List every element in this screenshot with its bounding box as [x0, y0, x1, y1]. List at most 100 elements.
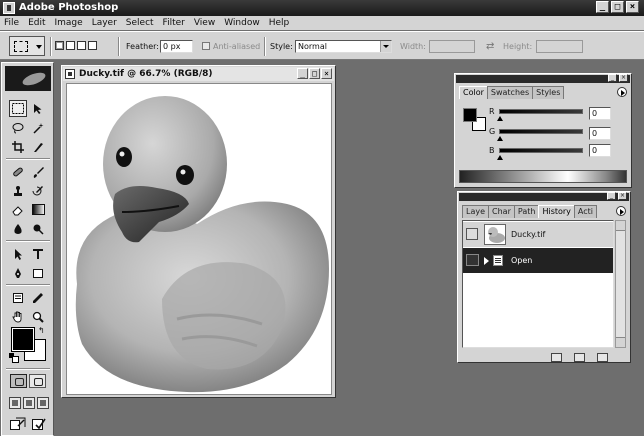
menu-window[interactable]: Window — [224, 18, 260, 28]
menu-edit[interactable]: Edit — [28, 18, 45, 28]
clone-stamp-tool-icon[interactable] — [9, 182, 27, 199]
tab-color[interactable]: Color — [459, 86, 488, 99]
foreground-color-swatch[interactable] — [11, 327, 35, 352]
scroll-up-arrow-icon[interactable] — [616, 221, 625, 231]
notes-tool-icon[interactable] — [9, 289, 27, 306]
green-channel-slider[interactable] — [499, 129, 583, 134]
tab-channels[interactable]: Char — [488, 205, 515, 218]
lasso-tool-icon[interactable] — [9, 119, 27, 136]
document-close-button[interactable]: × — [321, 68, 332, 79]
full-screen-menu-mode-button[interactable] — [23, 397, 35, 409]
menu-image[interactable]: Image — [55, 18, 83, 28]
maximize-button[interactable]: □ — [611, 1, 624, 13]
tab-layers[interactable]: Laye — [462, 205, 490, 218]
red-slider-thumb[interactable] — [497, 116, 503, 121]
green-slider-thumb[interactable] — [497, 136, 503, 141]
move-tool-icon[interactable] — [29, 100, 47, 117]
palette-close-button[interactable]: × — [618, 192, 627, 200]
blue-channel-slider[interactable] — [499, 148, 583, 153]
history-snapshot[interactable]: Ducky.tif — [463, 222, 613, 247]
blue-value-input[interactable]: 0 — [589, 144, 611, 157]
edit-in-imageready-icon[interactable] — [30, 415, 48, 432]
document-title-bar[interactable]: Ducky.tif @ 66.7% (RGB/8) _ □ × — [63, 67, 334, 81]
history-palette-grip[interactable] — [459, 193, 629, 201]
red-channel-slider[interactable] — [499, 109, 583, 114]
tab-swatches[interactable]: Swatches — [486, 86, 534, 99]
shape-tool-icon[interactable] — [29, 264, 47, 281]
healing-brush-tool-icon[interactable] — [9, 163, 27, 180]
document-minimize-button[interactable]: _ — [297, 68, 308, 79]
menu-view[interactable]: View — [194, 18, 215, 28]
color-ramp[interactable] — [459, 170, 627, 183]
crop-tool-icon[interactable] — [9, 138, 27, 155]
menu-help[interactable]: Help — [269, 18, 290, 28]
type-tool-icon[interactable] — [29, 245, 47, 262]
tab-history[interactable]: History — [538, 205, 575, 218]
brush-tool-icon[interactable] — [29, 163, 47, 180]
intersect-selection-button[interactable] — [88, 41, 97, 50]
document-canvas[interactable] — [66, 83, 332, 395]
tool-preset-picker[interactable] — [9, 36, 45, 56]
quick-mask-mode-button[interactable] — [29, 374, 46, 388]
style-select[interactable]: Normal — [295, 40, 392, 53]
menu-select[interactable]: Select — [126, 18, 154, 28]
minimize-button[interactable]: _ — [596, 1, 609, 13]
subtract-from-selection-button[interactable] — [77, 41, 86, 50]
blue-slider-thumb[interactable] — [497, 155, 503, 160]
swap-width-height-icon[interactable]: ⇄ — [486, 41, 494, 52]
new-selection-button[interactable] — [55, 41, 64, 50]
menu-file[interactable]: File — [4, 18, 19, 28]
history-brush-source-icon[interactable] — [466, 228, 478, 240]
add-to-selection-button[interactable] — [66, 41, 75, 50]
document-maximize-button[interactable]: □ — [309, 68, 320, 79]
scroll-down-arrow-icon[interactable] — [616, 337, 625, 347]
width-input[interactable] — [429, 40, 475, 53]
tab-styles[interactable]: Styles — [532, 86, 565, 99]
palette-foreground-swatch[interactable] — [463, 108, 477, 122]
gradient-tool-icon[interactable] — [29, 201, 47, 218]
history-source-icon[interactable] — [466, 254, 479, 266]
palette-menu-icon[interactable] — [617, 87, 627, 97]
toolbox-header[interactable] — [5, 66, 51, 91]
magic-wand-tool-icon[interactable] — [29, 119, 47, 136]
hand-tool-icon[interactable] — [9, 308, 27, 325]
palette-close-button[interactable]: × — [619, 74, 628, 82]
zoom-tool-icon[interactable] — [29, 308, 47, 325]
tab-actions[interactable]: Acti — [573, 205, 598, 218]
eyedropper-tool-icon[interactable] — [29, 289, 47, 306]
standard-mode-button[interactable] — [10, 374, 27, 388]
tab-paths[interactable]: Path — [513, 205, 540, 218]
create-snapshot-icon[interactable] — [574, 353, 585, 362]
new-document-from-state-icon[interactable] — [551, 353, 562, 362]
palette-minimize-button[interactable]: _ — [608, 74, 617, 82]
standard-screen-mode-button[interactable] — [9, 397, 21, 409]
red-value-input[interactable]: 0 — [589, 107, 611, 120]
color-palette-grip[interactable] — [456, 75, 630, 83]
delete-state-icon[interactable] — [597, 353, 608, 362]
dodge-tool-icon[interactable] — [29, 220, 47, 237]
options-separator — [118, 37, 120, 56]
slice-tool-icon[interactable] — [29, 138, 47, 155]
history-brush-tool-icon[interactable] — [29, 182, 47, 199]
close-button[interactable]: × — [626, 1, 639, 13]
path-selection-tool-icon[interactable] — [9, 245, 27, 262]
palette-menu-icon[interactable] — [616, 206, 626, 216]
palette-minimize-button[interactable]: _ — [607, 192, 616, 200]
photoshop-app-icon[interactable] — [3, 2, 15, 14]
swap-colors-icon[interactable]: ↰ — [38, 326, 45, 335]
menu-filter[interactable]: Filter — [163, 18, 185, 28]
full-screen-mode-button[interactable] — [37, 397, 49, 409]
anti-aliased-checkbox[interactable] — [202, 42, 210, 50]
marquee-tool-icon[interactable] — [9, 100, 27, 117]
blur-tool-icon[interactable] — [9, 220, 27, 237]
default-colors-icon[interactable] — [9, 353, 19, 363]
height-input[interactable] — [536, 40, 583, 53]
history-state[interactable]: Open — [463, 248, 613, 273]
jump-to-imageready-icon[interactable] — [9, 415, 27, 432]
green-value-input[interactable]: 0 — [589, 127, 611, 140]
history-scrollbar[interactable] — [615, 220, 626, 348]
eraser-tool-icon[interactable] — [9, 201, 27, 218]
menu-layer[interactable]: Layer — [92, 18, 117, 28]
feather-input[interactable]: 0 px — [160, 40, 193, 53]
pen-tool-icon[interactable] — [9, 264, 27, 281]
